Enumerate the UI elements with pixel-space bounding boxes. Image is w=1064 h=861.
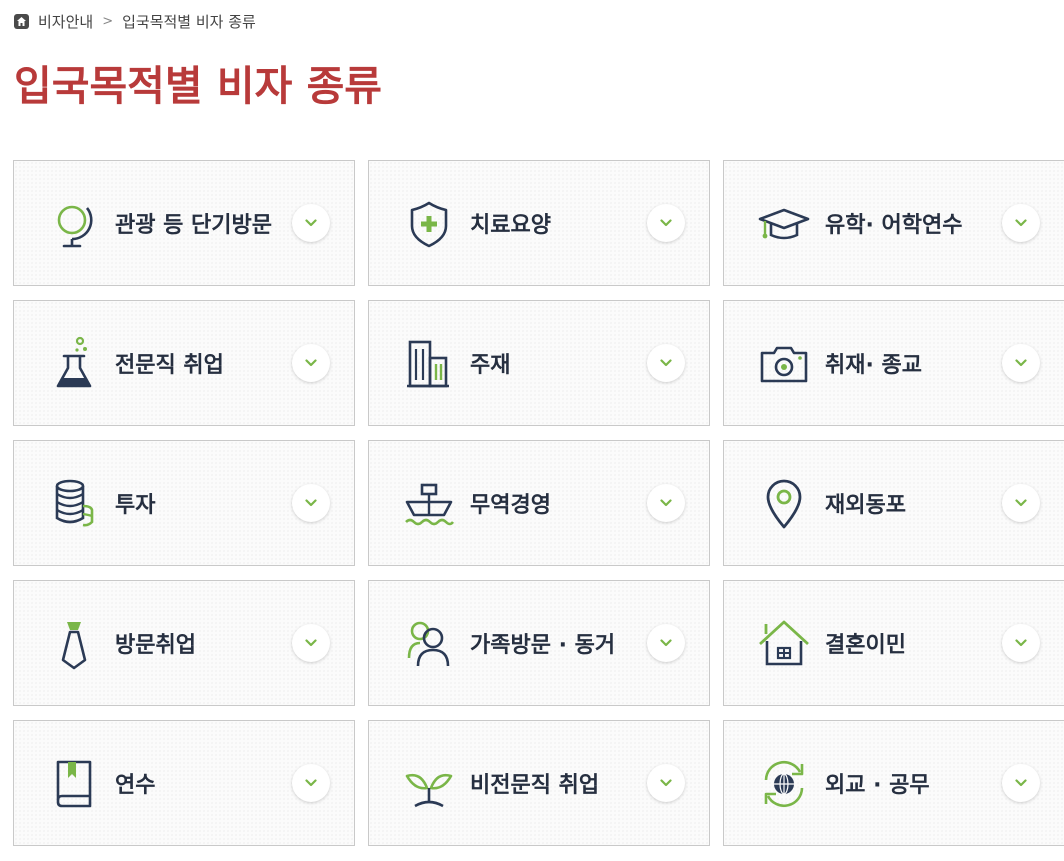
visa-card-label: 가족방문 · 동거 [470,633,616,658]
coin-stack-icon [46,476,102,532]
globe-arrows-icon [756,756,812,812]
chevron-down-icon[interactable] [292,204,330,242]
sprout-icon [401,756,457,812]
visa-card-diplomatic-official[interactable]: 외교 · 공무 [723,720,1064,846]
chevron-down-icon[interactable] [647,624,685,662]
breadcrumb: 비자안내 > 입국목적별 비자 종류 [14,10,256,32]
visa-card-label: 취재· 종교 [825,353,922,378]
visa-card-trade-management[interactable]: 무역경영 [368,440,710,566]
visa-card-medical-treatment[interactable]: 치료요양 [368,160,710,286]
visa-card-marriage-migrant[interactable]: 결혼이민 [723,580,1064,706]
home-icon[interactable] [14,13,29,29]
visa-card-professional-employment[interactable]: 전문직 취업 [13,300,355,426]
camera-icon [756,336,812,392]
visa-card-study-language[interactable]: 유학· 어학연수 [723,160,1064,286]
chevron-down-icon[interactable] [292,484,330,522]
visa-card-label: 투자 [115,493,156,518]
chevron-down-icon[interactable] [292,344,330,382]
visa-card-label: 관광 등 단기방문 [115,213,272,238]
visa-card-label: 결혼이민 [825,633,906,658]
visa-card-working-visit[interactable]: 방문취업 [13,580,355,706]
visa-card-label: 치료요양 [470,213,551,238]
visa-card-label: 외교 · 공무 [825,773,930,798]
visa-card-journalism-religion[interactable]: 취재· 종교 [723,300,1064,426]
chevron-down-icon[interactable] [647,484,685,522]
chevron-down-icon[interactable] [292,764,330,802]
book-icon [46,756,102,812]
flask-icon [46,336,102,392]
building-icon [401,336,457,392]
visa-card-label: 유학· 어학연수 [825,213,963,238]
chevron-down-icon[interactable] [1002,484,1040,522]
breadcrumb-separator: > [102,13,114,29]
chevron-down-icon[interactable] [647,204,685,242]
visa-card-label: 무역경영 [470,493,551,518]
page-title: 입국목적별 비자 종류 [14,62,383,110]
shield-plus-icon [401,196,457,252]
visa-type-grid: 관광 등 단기방문 치료요양 유학· 어학연수 전문직 취업 주재 취재· 종교… [13,160,1064,846]
visa-card-intra-company-transfer[interactable]: 주재 [368,300,710,426]
graduation-cap-icon [756,196,812,252]
breadcrumb-item-visa-guide[interactable]: 비자안내 [38,11,93,32]
breadcrumb-item-current: 입국목적별 비자 종류 [122,12,256,31]
map-pin-icon [756,476,812,532]
chevron-down-icon[interactable] [647,344,685,382]
ship-icon [401,476,457,532]
chevron-down-icon[interactable] [1002,204,1040,242]
visa-card-overseas-korean[interactable]: 재외동포 [723,440,1064,566]
visa-card-short-term-visit[interactable]: 관광 등 단기방문 [13,160,355,286]
visa-card-label: 비전문직 취업 [470,773,600,798]
visa-card-label: 방문취업 [115,633,196,658]
chevron-down-icon[interactable] [292,624,330,662]
chevron-down-icon[interactable] [1002,764,1040,802]
visa-card-label: 주재 [470,353,511,378]
globe-icon [46,196,102,252]
visa-card-family-visit[interactable]: 가족방문 · 동거 [368,580,710,706]
house-icon [756,616,812,672]
chevron-down-icon[interactable] [1002,624,1040,662]
chevron-down-icon[interactable] [1002,344,1040,382]
chevron-down-icon[interactable] [647,764,685,802]
visa-card-label: 재외동포 [825,493,906,518]
family-icon [401,616,457,672]
visa-card-label: 연수 [115,773,156,798]
visa-card-training[interactable]: 연수 [13,720,355,846]
visa-card-label: 전문직 취업 [115,353,224,378]
visa-card-non-professional-employment[interactable]: 비전문직 취업 [368,720,710,846]
visa-card-investment[interactable]: 투자 [13,440,355,566]
necktie-icon [46,616,102,672]
